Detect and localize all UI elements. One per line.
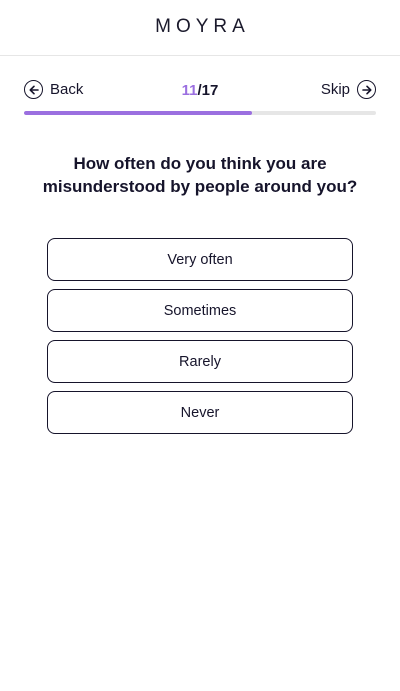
arrow-right-circle-icon: [357, 80, 376, 99]
total-questions: 17: [201, 82, 219, 99]
app-header: MOYRA: [0, 0, 400, 56]
progress-bar: [24, 111, 376, 115]
option-rarely[interactable]: Rarely: [47, 340, 353, 383]
option-never[interactable]: Never: [47, 391, 353, 434]
question-text: How often do you think you are misunders…: [42, 154, 358, 196]
current-question-number: 11: [181, 82, 198, 99]
quiz-navigation: Back 11/17 Skip: [0, 56, 400, 114]
brand-logo: MOYRA: [155, 15, 250, 37]
skip-label: Skip: [320, 81, 350, 98]
skip-button[interactable]: Skip: [321, 80, 376, 99]
progress-bar-fill: [24, 111, 252, 115]
option-sometimes[interactable]: Sometimes: [47, 289, 353, 332]
option-very-often[interactable]: Very often: [47, 238, 353, 281]
answer-options: Very often Sometimes Rarely Never: [47, 238, 353, 442]
